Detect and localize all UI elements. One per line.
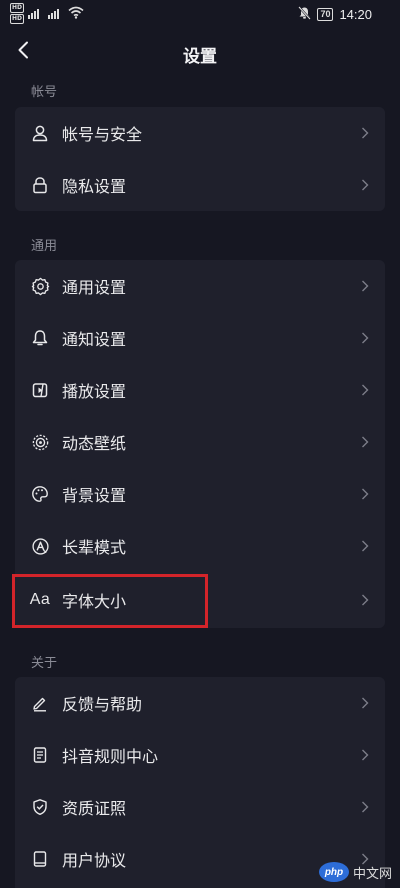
book-icon: [30, 849, 50, 869]
hd-badge: HD: [10, 3, 25, 13]
elder-mode-icon: [30, 536, 50, 556]
settings-item-privacy[interactable]: 隐私设置: [15, 159, 385, 211]
settings-item-label: 反馈与帮助: [62, 695, 143, 714]
settings-item-elder-mode[interactable]: 长辈模式: [15, 520, 385, 572]
person-icon: [30, 123, 50, 143]
group-general: 通用设置 通知设置 播放设置 动态壁纸 背景设置 长辈模式 Aa 字体大小: [15, 260, 385, 628]
mute-bell-icon: [298, 6, 312, 23]
section-label-general: 通用: [31, 239, 58, 254]
chevron-right-icon: [360, 279, 370, 293]
gear-icon: [30, 276, 50, 296]
signal-icon: [48, 4, 64, 23]
lock-icon: [30, 175, 50, 195]
settings-item-account-security[interactable]: 帐号与安全: [15, 107, 385, 159]
shield-check-icon: [30, 797, 50, 817]
chevron-right-icon: [360, 331, 370, 345]
wallpaper-icon: [30, 432, 50, 452]
hd-badge: HD: [10, 14, 25, 24]
watermark-text: 中文网: [352, 866, 392, 882]
chevron-right-icon: [360, 178, 370, 192]
page-title: 设置: [183, 47, 217, 67]
chevron-right-icon: [360, 435, 370, 449]
settings-item-background[interactable]: 背景设置: [15, 468, 385, 520]
php-logo: php: [318, 862, 349, 882]
settings-item-label: 通知设置: [62, 330, 127, 349]
settings-item-label: 播放设置: [62, 382, 127, 401]
group-account: 帐号与安全 隐私设置: [15, 107, 385, 211]
settings-item-playback[interactable]: 播放设置: [15, 364, 385, 416]
settings-item-label: 资质证照: [62, 799, 127, 818]
settings-item-label: 背景设置: [62, 486, 127, 505]
chevron-right-icon: [360, 696, 370, 710]
group-about: 反馈与帮助 抖音规则中心 资质证照 用户协议: [15, 677, 385, 888]
settings-item-label: 帐号与安全: [62, 125, 143, 144]
pen-icon: [30, 693, 50, 713]
settings-item-font-size[interactable]: Aa 字体大小: [15, 574, 385, 626]
settings-item-label: 隐私设置: [62, 177, 127, 196]
settings-item-label: 通用设置: [62, 278, 127, 297]
play-settings-icon: [30, 380, 50, 400]
nav-bar: 设置: [0, 30, 400, 74]
chevron-right-icon: [360, 126, 370, 140]
wifi-icon: [68, 4, 84, 23]
bell-icon: [30, 328, 50, 348]
chevron-right-icon: [360, 593, 370, 607]
chevron-right-icon: [360, 748, 370, 762]
section-label-about: 关于: [31, 656, 58, 671]
chevron-right-icon: [360, 800, 370, 814]
battery-indicator: 70: [317, 8, 334, 21]
palette-icon: [30, 484, 50, 504]
section-label-account: 帐号: [31, 85, 58, 100]
chevron-right-icon: [360, 539, 370, 553]
chevron-right-icon: [360, 383, 370, 397]
status-left: HD HD: [10, 3, 84, 24]
settings-item-label: 长辈模式: [62, 538, 127, 557]
settings-item-feedback[interactable]: 反馈与帮助: [15, 677, 385, 729]
status-bar: HD HD 70 14:20: [0, 0, 400, 28]
settings-item-rules-center[interactable]: 抖音规则中心: [15, 729, 385, 781]
watermark: php 中文网: [318, 862, 392, 882]
settings-item-label: 用户协议: [62, 851, 127, 870]
hd-badges: HD HD: [10, 3, 25, 24]
settings-item-qualifications[interactable]: 资质证照: [15, 781, 385, 833]
status-right: 70 14:20: [298, 6, 372, 23]
rules-doc-icon: [30, 745, 50, 765]
chevron-right-icon: [360, 487, 370, 501]
signal-icon: [28, 4, 44, 23]
settings-item-label: 抖音规则中心: [62, 747, 159, 766]
clock: 14:20: [339, 7, 372, 22]
settings-item-label: 动态壁纸: [62, 434, 127, 453]
settings-item-live-wallpaper[interactable]: 动态壁纸: [15, 416, 385, 468]
settings-item-label: 字体大小: [62, 592, 127, 611]
settings-item-general[interactable]: 通用设置: [15, 260, 385, 312]
settings-item-notification[interactable]: 通知设置: [15, 312, 385, 364]
font-size-icon: Aa: [29, 591, 51, 608]
